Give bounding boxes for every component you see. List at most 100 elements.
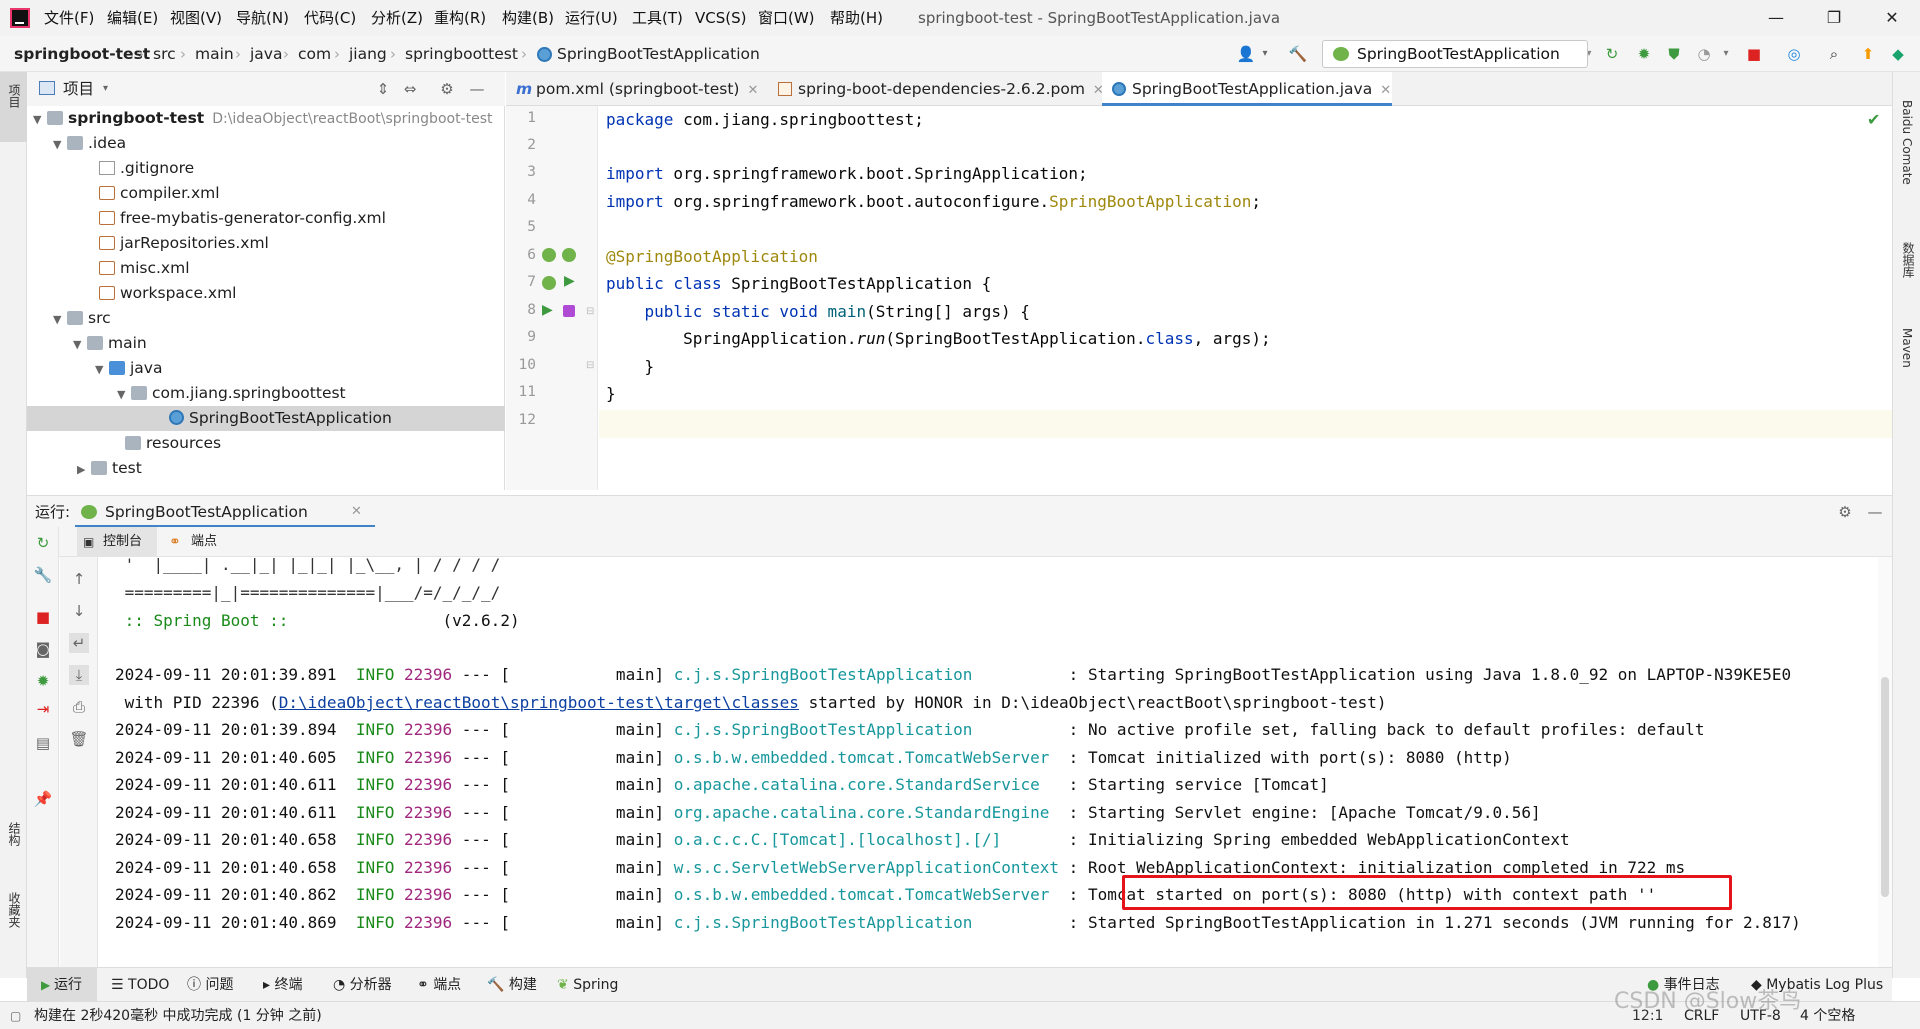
menu-view[interactable]: 视图(V)	[170, 0, 222, 36]
tree-node-idea[interactable]: ▼ .idea	[27, 131, 505, 156]
rerun-icon[interactable]: ↻	[1602, 44, 1622, 64]
breadcrumb-class[interactable]: SpringBootTestApplication	[557, 36, 760, 72]
console-scrollbar[interactable]	[1878, 557, 1892, 967]
breadcrumb-com[interactable]: com	[298, 36, 331, 72]
search-icon[interactable]: ⌕	[1824, 44, 1844, 64]
bottom-tab-endpoints[interactable]: ⚭ 端点	[417, 968, 461, 1002]
check-icon[interactable]: ✔	[1867, 110, 1880, 129]
update-icon[interactable]: ⬆	[1858, 44, 1878, 64]
tree-node-file[interactable]: misc.xml	[27, 256, 505, 281]
tree-node-src[interactable]: ▼ src	[27, 306, 505, 331]
stop-icon[interactable]: ■	[33, 607, 53, 627]
project-panel-title[interactable]: 项目	[63, 72, 94, 106]
tree-node-file[interactable]: .gitignore	[27, 156, 505, 181]
tree-node-app-class[interactable]: SpringBootTestApplication	[27, 406, 505, 431]
fold-icon[interactable]: ⊟	[586, 306, 594, 317]
menu-run[interactable]: 运行(U)	[565, 0, 618, 36]
hide-panel-icon[interactable]: —	[467, 79, 487, 99]
comate-strip-label[interactable]: Baidu Comate	[1900, 100, 1914, 185]
menu-window[interactable]: 窗口(W)	[758, 0, 815, 36]
menu-build[interactable]: 构建(B)	[502, 0, 554, 36]
menu-help[interactable]: 帮助(H)	[830, 0, 883, 36]
close-tab-icon[interactable]: ✕	[351, 496, 362, 528]
chevron-down-icon[interactable]: ▼	[33, 107, 47, 132]
status-square-icon[interactable]: ▢	[10, 1002, 21, 1029]
menu-vcs[interactable]: VCS(S)	[695, 0, 746, 36]
tree-node-java[interactable]: ▼ java	[27, 356, 505, 381]
run-gutter-icon[interactable]: ▶	[564, 273, 575, 289]
more-run-chevron-icon[interactable]: ▾	[1716, 44, 1736, 64]
comate-icon[interactable]: ◎	[1784, 44, 1804, 64]
layout-icon[interactable]: ▤	[33, 733, 53, 753]
status-indent[interactable]: 4 个空格	[1800, 1002, 1855, 1029]
maven-strip-label[interactable]: Maven	[1900, 328, 1914, 368]
tree-node-resources[interactable]: resources	[27, 431, 505, 456]
menu-analyze[interactable]: 分析(Z)	[371, 0, 423, 36]
intellij-logo-icon[interactable]	[10, 8, 30, 28]
soft-wrap-icon[interactable]: ↵	[69, 633, 89, 653]
bottom-tab-spring[interactable]: ❦ Spring	[557, 968, 618, 1002]
pin-icon[interactable]: 📌	[33, 789, 53, 809]
expand-all-icon[interactable]: ⇕	[373, 79, 393, 99]
maximize-icon[interactable]: ❐	[1806, 0, 1862, 36]
exit-icon[interactable]: ⇥	[33, 699, 53, 719]
tree-node-package[interactable]: ▼ com.jiang.springboottest	[27, 381, 505, 406]
tree-node-file[interactable]: workspace.xml	[27, 281, 505, 306]
profiler-icon[interactable]: ◔	[1694, 44, 1714, 64]
database-strip-label[interactable]: 数据库	[1900, 242, 1917, 278]
classes-path-link[interactable]: D:\ideaObject\reactBoot\springboot-test\…	[279, 693, 799, 712]
chevron-down-icon[interactable]: ▼	[53, 132, 67, 157]
breadcrumb-java[interactable]: java	[250, 36, 282, 72]
tree-node-main[interactable]: ▼ main	[27, 331, 505, 356]
plugin-icon[interactable]: ◆	[1888, 44, 1908, 64]
structure-strip-label[interactable]: 结构	[6, 822, 23, 846]
user-icon[interactable]: 👤	[1236, 44, 1256, 64]
tab-dependencies-pom[interactable]: spring-boot-dependencies-2.6.2.pom ✕	[768, 72, 1104, 106]
scrollbar-thumb[interactable]	[1881, 677, 1889, 897]
arrow-up-icon[interactable]: ↑	[69, 569, 89, 589]
hide-panel-icon[interactable]: —	[1865, 502, 1885, 522]
tab-pom-xml[interactable]: m pom.xml (springboot-test) ✕	[506, 72, 764, 106]
menu-file[interactable]: 文件(F)	[44, 0, 94, 36]
implements-icon[interactable]	[563, 305, 575, 317]
breadcrumb-project[interactable]: springboot-test	[14, 36, 150, 72]
project-strip-button[interactable]: 项目	[0, 72, 27, 142]
bottom-tab-profiler[interactable]: ◔ 分析器	[333, 968, 392, 1002]
close-tab-icon[interactable]: ✕	[747, 83, 758, 98]
bottom-tab-build[interactable]: 🔨 构建	[487, 968, 537, 1002]
fold-icon[interactable]: ⊟	[586, 360, 594, 371]
bottom-tab-run[interactable]: ▶ 运行	[27, 968, 97, 1002]
build-hammer-icon[interactable]: 🔨	[1288, 44, 1308, 64]
chevron-down-icon[interactable]: ▾	[1255, 44, 1275, 64]
chevron-down-icon[interactable]: ▾	[103, 72, 108, 106]
breadcrumb-package[interactable]: springboottest	[405, 36, 518, 72]
trash-icon[interactable]: 🗑	[69, 729, 89, 749]
menu-tools[interactable]: 工具(T)	[632, 0, 683, 36]
tree-node-test[interactable]: ▶ test	[27, 456, 505, 481]
camera-icon[interactable]: ◙	[33, 639, 53, 659]
chevron-down-icon[interactable]: ▼	[117, 382, 131, 407]
spring-config-icon[interactable]	[562, 248, 576, 262]
chevron-right-icon[interactable]: ▶	[77, 457, 91, 482]
close-tab-icon[interactable]: ✕	[1380, 83, 1391, 98]
menu-code[interactable]: 代码(C)	[304, 0, 356, 36]
breadcrumb-jiang[interactable]: jiang	[349, 36, 387, 72]
bottom-tab-problems[interactable]: ⓘ 问题	[187, 968, 233, 1002]
spring-bean-icon[interactable]	[542, 248, 556, 262]
gear-icon[interactable]: ⚙	[1835, 502, 1855, 522]
menu-refactor[interactable]: 重构(R)	[434, 0, 486, 36]
bottom-tab-terminal[interactable]: ▸ 终端	[263, 968, 302, 1002]
gear-icon[interactable]: ⚙	[437, 79, 457, 99]
console-tab[interactable]: ▣ 控制台	[77, 527, 157, 557]
run-main-gutter-icon[interactable]: ▶	[542, 302, 553, 318]
tab-application-java[interactable]: SpringBootTestApplication.java ✕	[1102, 72, 1392, 106]
chevron-down-icon[interactable]: ▼	[95, 357, 109, 382]
coverage-icon[interactable]: ⛊	[1664, 44, 1684, 64]
run-configuration-select[interactable]: SpringBootTestApplication	[1322, 40, 1588, 68]
tree-node-file[interactable]: jarRepositories.xml	[27, 231, 505, 256]
breadcrumb-main[interactable]: main	[195, 36, 234, 72]
bottom-tab-todo[interactable]: ☰ TODO	[111, 968, 169, 1002]
close-icon[interactable]: ✕	[1864, 0, 1920, 36]
tree-node-file[interactable]: free-mybatis-generator-config.xml	[27, 206, 505, 231]
breadcrumb-src[interactable]: src	[153, 36, 176, 72]
